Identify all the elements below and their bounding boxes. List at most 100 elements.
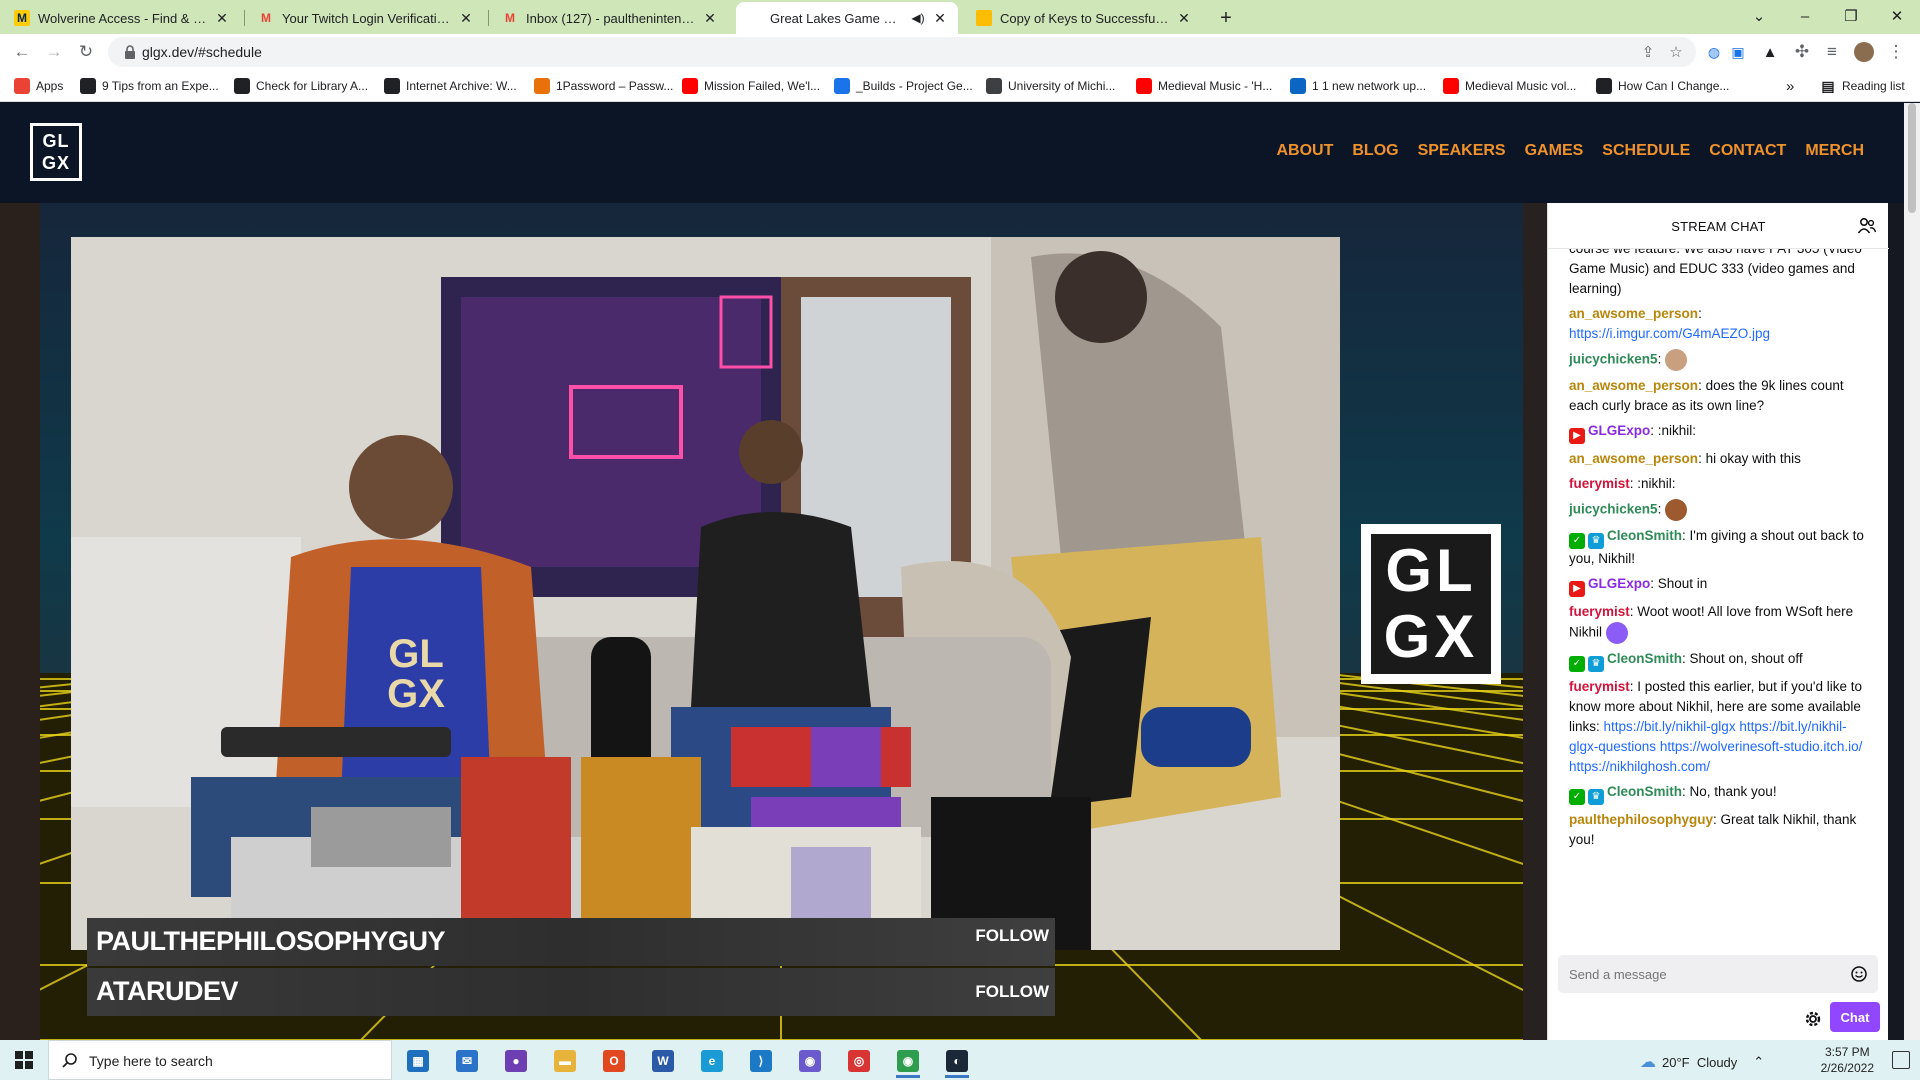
prime-badge-icon[interactable]: ♛ (1588, 533, 1604, 549)
chat-link[interactable]: https://nikhilghosh.com/ (1569, 759, 1710, 774)
chat-username[interactable]: an_awsome_person (1569, 306, 1698, 321)
emote-picker-icon[interactable] (1850, 965, 1868, 983)
bookmark-item[interactable]: University of Michi... (986, 77, 1115, 95)
browser-tab[interactable]: M Inbox (127) - paulthenintendoga ✕ (492, 2, 728, 34)
chat-username[interactable]: juicychicken5 (1569, 502, 1658, 517)
profile-avatar-icon[interactable] (1850, 38, 1878, 66)
nav-link-games[interactable]: GAMES (1525, 142, 1584, 160)
chat-username[interactable]: an_awsome_person (1569, 451, 1698, 466)
bookmark-item[interactable]: Medieval Music vol... (1443, 77, 1576, 95)
prime-badge-icon[interactable]: ♛ (1588, 656, 1604, 672)
chat-link[interactable]: https://bit.ly/nikhil-glgx (1604, 719, 1736, 734)
face-emote[interactable] (1665, 349, 1688, 371)
chat-message-input[interactable] (1558, 955, 1838, 993)
chat-username[interactable]: CleonSmith (1607, 528, 1682, 543)
back-icon[interactable]: ← (8, 38, 36, 66)
chat-username[interactable]: GLGExpo (1588, 576, 1650, 591)
close-window-icon[interactable]: ✕ (1874, 0, 1920, 32)
bookmark-item[interactable]: Medieval Music - 'H... (1136, 77, 1272, 95)
taskbar-app-file-explorer[interactable]: ▬ (545, 1044, 585, 1078)
taskbar-app-office[interactable]: O (594, 1044, 634, 1078)
restore-icon[interactable]: ❐ (1828, 0, 1874, 32)
chat-username[interactable]: CleonSmith (1607, 651, 1682, 666)
follow-button-2[interactable]: FOLLOW (975, 982, 1049, 1002)
purple-heart-emote[interactable] (1605, 622, 1628, 644)
browser-tab[interactable]: M Wolverine Access - Find & Favorit ✕ (4, 2, 240, 34)
follow-button-1[interactable]: FOLLOW (975, 926, 1049, 946)
page-scrollbar[interactable] (1904, 103, 1920, 1040)
stream-player[interactable]: GL GX GL GX PAULTHEPHILOSOPHYGUY FOLLOW … (40, 203, 1523, 1040)
bookmark-item[interactable]: How Can I Change... (1596, 77, 1729, 95)
minimize-icon[interactable]: – (1782, 0, 1828, 32)
start-windows-icon[interactable] (0, 1040, 48, 1080)
taskbar-app-chrome[interactable]: ◉ (888, 1044, 928, 1078)
tab-audio-icon[interactable]: ◀) (910, 11, 926, 25)
taskbar-app-edge[interactable]: e (692, 1044, 732, 1078)
taskbar-app-app-red[interactable]: ◎ (839, 1044, 879, 1078)
chat-username[interactable]: fuerymist (1569, 679, 1630, 694)
broadcaster-badge-icon[interactable]: ▶ (1569, 581, 1585, 597)
nav-link-merch[interactable]: MERCH (1805, 142, 1864, 160)
bookmark-item[interactable]: 9 Tips from an Expe... (80, 77, 219, 95)
prime-badge-icon[interactable]: ♛ (1588, 789, 1604, 805)
taskbar-app-mail[interactable]: ✉ (447, 1044, 487, 1078)
clock[interactable]: 3:57 PM 2/26/2022 (1821, 1044, 1874, 1076)
chat-username[interactable]: GLGExpo (1588, 423, 1650, 438)
chat-username[interactable]: an_awsome_person (1569, 378, 1698, 393)
nav-link-blog[interactable]: BLOG (1352, 142, 1398, 160)
taskbar-app-vscode[interactable]: ⟩ (741, 1044, 781, 1078)
bookmark-item[interactable]: 1Password – Passw... (534, 77, 673, 95)
browser-tab[interactable]: Copy of Keys to Successful Stude ✕ (966, 2, 1202, 34)
tab-close-icon[interactable]: ✕ (214, 10, 230, 27)
taskbar-search-box[interactable]: Type here to search (48, 1040, 392, 1080)
vip-badge-icon[interactable]: ✓ (1569, 789, 1585, 805)
community-users-icon[interactable] (1857, 216, 1877, 236)
chat-link[interactable]: https://i.imgur.com/G4mAEZO.jpg (1569, 326, 1770, 341)
taskbar-app-github-desktop[interactable]: ● (496, 1044, 536, 1078)
tab-close-icon[interactable]: ✕ (932, 10, 948, 27)
reading-list[interactable]: ▤ Reading list (1820, 77, 1904, 95)
chat-send-button[interactable]: Chat (1830, 1002, 1880, 1032)
share-icon[interactable]: ⇪ (1638, 43, 1658, 61)
tab-close-icon[interactable]: ✕ (458, 10, 474, 27)
scrollbar-thumb[interactable] (1908, 103, 1916, 213)
extension-3-icon[interactable]: ▲ (1756, 38, 1784, 66)
tab-close-icon[interactable]: ✕ (702, 10, 718, 27)
chevron-up-icon[interactable]: ⌃ (1753, 1054, 1764, 1070)
taskbar-app-discord[interactable]: ◉ (790, 1044, 830, 1078)
nav-link-about[interactable]: ABOUT (1276, 142, 1333, 160)
hawk-emote[interactable] (1665, 499, 1688, 521)
chat-input-box[interactable] (1558, 955, 1878, 993)
bookmark-item[interactable]: Internet Archive: W... (384, 77, 517, 95)
bookmarks-overflow-icon[interactable]: » (1786, 77, 1794, 95)
chat-message-log[interactable]: course we feature. We also have PAT 305 … (1548, 249, 1889, 949)
bookmark-star-icon[interactable]: ☆ (1666, 43, 1686, 61)
forward-icon[interactable]: → (40, 38, 68, 66)
glgx-logo[interactable]: GL GX (30, 123, 82, 181)
browser-tab[interactable]: M Your Twitch Login Verification Co ✕ (248, 2, 484, 34)
chat-username[interactable]: fuerymist (1569, 476, 1630, 491)
bookmark-item[interactable]: 1 1 new network up... (1290, 77, 1426, 95)
taskbar-app-word[interactable]: W (643, 1044, 683, 1078)
bookmark-item[interactable]: _Builds - Project Ge... (834, 77, 973, 95)
taskbar-app-store[interactable]: ▦ (398, 1044, 438, 1078)
chat-username[interactable]: paulthephilosophyguy (1569, 812, 1713, 827)
vip-badge-icon[interactable]: ✓ (1569, 656, 1585, 672)
chat-link[interactable]: https://wolverinesoft-studio.itch.io/ (1660, 739, 1863, 754)
browser-tab[interactable]: Great Lakes Game Expo - GL ◀) ✕ (736, 2, 958, 34)
bookmark-item[interactable]: Check for Library A... (234, 77, 368, 95)
chat-username[interactable]: CleonSmith (1607, 784, 1682, 799)
tab-close-icon[interactable]: ✕ (1176, 10, 1192, 27)
chat-username[interactable]: fuerymist (1569, 604, 1630, 619)
weather-widget[interactable]: ☁ 20°F Cloudy ⌃ (1640, 1052, 1764, 1072)
media-control-icon[interactable]: ≡ (1818, 38, 1846, 66)
chat-username[interactable]: juicychicken5 (1569, 352, 1658, 367)
reload-icon[interactable]: ↻ (72, 38, 100, 66)
extension-2-icon[interactable]: ▣ (1724, 38, 1752, 66)
tab-search-icon[interactable]: ⌄ (1736, 0, 1782, 32)
broadcaster-badge-icon[interactable]: ▶ (1569, 428, 1585, 444)
extensions-puzzle-icon[interactable]: ✣ (1788, 38, 1816, 66)
notification-center-icon[interactable] (1892, 1051, 1910, 1069)
address-bar[interactable]: glgx.dev/#schedule ☆ ⇪ (108, 37, 1696, 67)
chat-settings-gear-icon[interactable] (1802, 1008, 1824, 1030)
